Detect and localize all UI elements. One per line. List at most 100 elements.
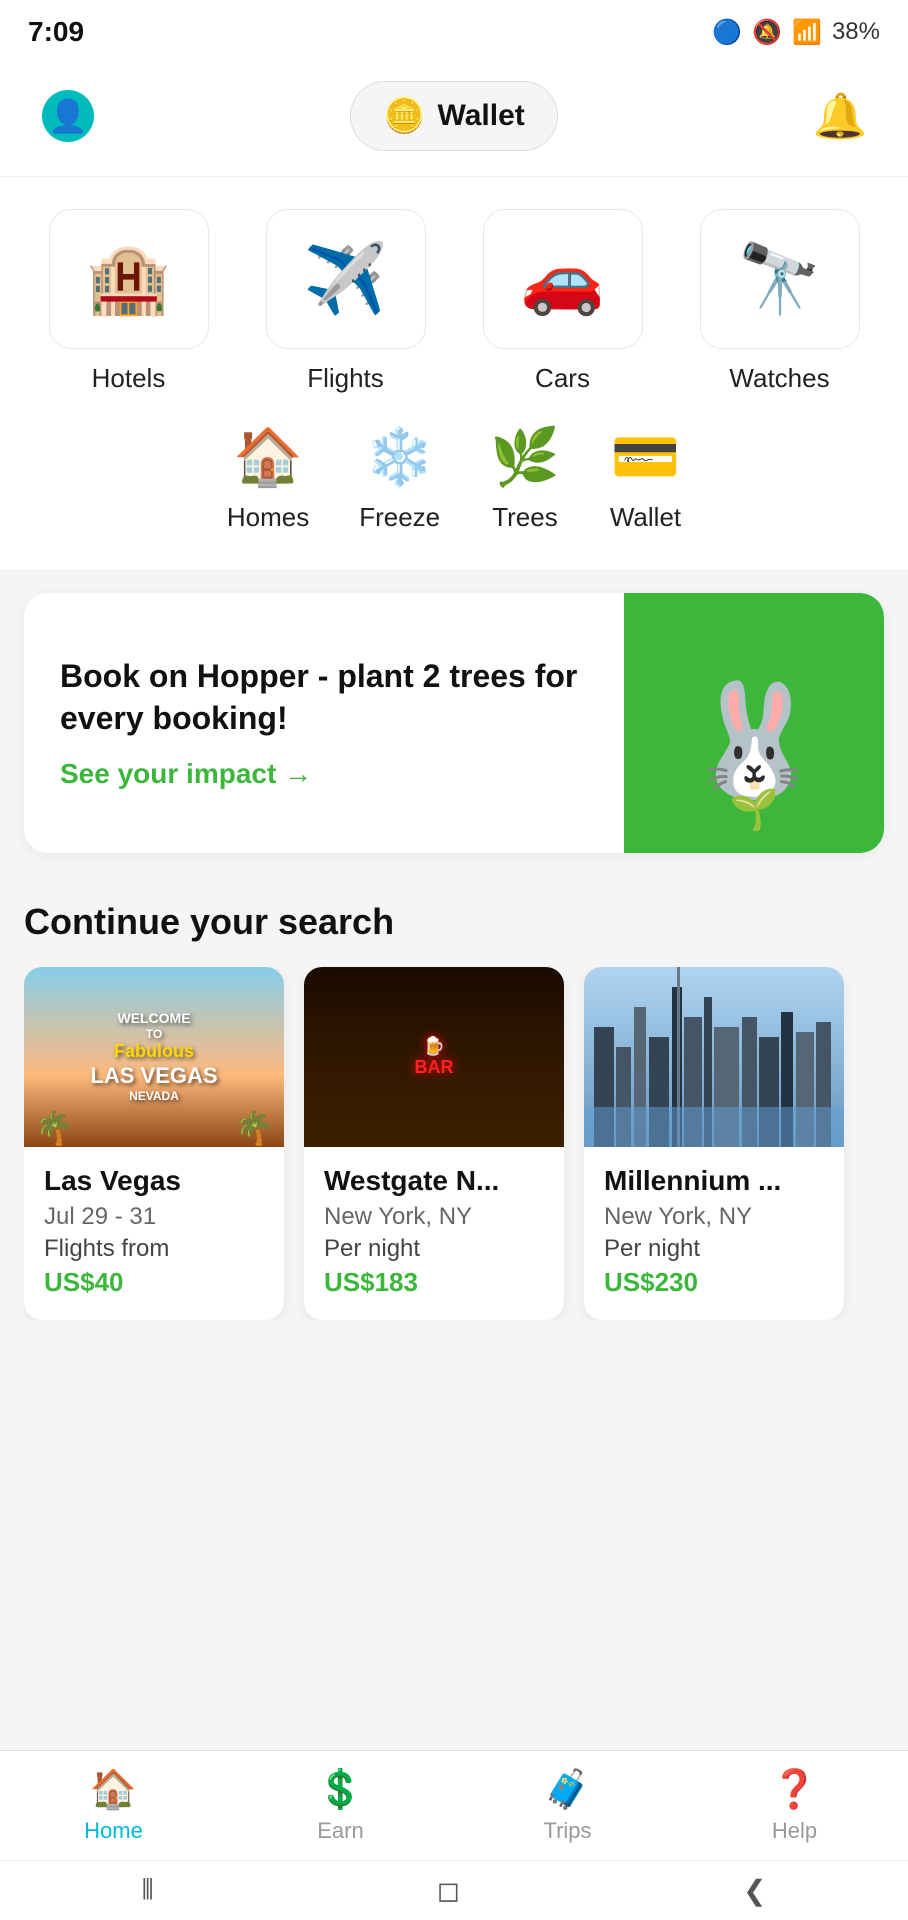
hotels-icon-box: 🏨	[49, 209, 209, 349]
search-section-title: Continue your search	[24, 901, 884, 943]
help-nav-icon: ❓	[771, 1768, 818, 1812]
las-vegas-dates: Jul 29 - 31	[44, 1203, 264, 1231]
status-time: 7:09	[28, 16, 84, 48]
category-wallet[interactable]: 💳 Wallet	[610, 424, 681, 533]
westgate-location: New York, NY	[324, 1203, 544, 1231]
categories-section: 🏨 Hotels ✈️ Flights 🚗 Cars 🔭 Watches 🏠	[0, 177, 908, 569]
promo-headline: Book on Hopper - plant 2 trees for every…	[60, 656, 588, 739]
millennium-image	[584, 967, 844, 1147]
cars-label: Cars	[535, 363, 590, 394]
trips-nav-icon: 🧳	[544, 1768, 591, 1812]
bar-neon-sign: 🍺BAR	[415, 1036, 454, 1078]
plant-icon: 🌱	[729, 786, 779, 833]
millennium-location: New York, NY	[604, 1203, 824, 1231]
continue-search-section: Continue your search WELCOME TO Fabulous…	[0, 877, 908, 1336]
wallet-emoji-icon: 💳	[611, 424, 681, 490]
palm-tree-right: 🌴	[234, 1109, 274, 1147]
trees-icon: 🌿	[490, 424, 560, 490]
flight-emoji: ✈️	[303, 239, 388, 319]
hotels-label: Hotels	[92, 363, 166, 394]
back-button[interactable]: ❮	[743, 1874, 766, 1907]
notification-button[interactable]: 🔔	[804, 80, 876, 152]
las-vegas-card-body: Las Vegas Jul 29 - 31 Flights from US$40	[24, 1147, 284, 1320]
lv-sign-text: WELCOME TO Fabulous LAS VEGAS NEVADA	[90, 1010, 217, 1104]
promo-card: Book on Hopper - plant 2 trees for every…	[24, 593, 884, 853]
categories-row-2: 🏠 Homes ❄️ Freeze 🌿 Trees 💳 Wallet	[20, 414, 888, 553]
category-watches[interactable]: 🔭 Watches	[671, 209, 888, 394]
promo-link[interactable]: See your impact →	[60, 758, 588, 790]
cars-icon-box: 🚗	[483, 209, 643, 349]
mute-icon: 🔕	[752, 18, 782, 47]
category-flights[interactable]: ✈️ Flights	[237, 209, 454, 394]
millennium-price: US$230	[604, 1267, 824, 1298]
watches-icon-box: 🔭	[700, 209, 860, 349]
westgate-title: Westgate N...	[324, 1165, 544, 1197]
westgate-detail: Per night	[324, 1235, 544, 1263]
las-vegas-price: US$40	[44, 1267, 264, 1298]
categories-row-1: 🏨 Hotels ✈️ Flights 🚗 Cars 🔭 Watches	[20, 209, 888, 394]
search-card-westgate[interactable]: 🍺BAR Westgate N... New York, NY Per nigh…	[304, 967, 564, 1320]
wallet-category-label: Wallet	[610, 502, 681, 533]
bottom-nav: 🏠 Home 💲 Earn 🧳 Trips ❓ Help	[0, 1750, 908, 1860]
category-cars[interactable]: 🚗 Cars	[454, 209, 671, 394]
category-hotels[interactable]: 🏨 Hotels	[20, 209, 237, 394]
battery-icon: 38%	[832, 18, 880, 46]
status-bar: 7:09 🔵 🔕 📶 38%	[0, 0, 908, 64]
las-vegas-image: WELCOME TO Fabulous LAS VEGAS NEVADA 🌴 🌴	[24, 967, 284, 1147]
bunny-mascot: 🐰	[686, 686, 823, 796]
home-nav-label: Home	[84, 1818, 143, 1844]
trees-label: Trees	[492, 502, 558, 533]
promo-text: Book on Hopper - plant 2 trees for every…	[24, 593, 624, 853]
person-icon: 👤	[48, 97, 88, 135]
las-vegas-title: Las Vegas	[44, 1165, 264, 1197]
millennium-title: Millennium ...	[604, 1165, 824, 1197]
flights-icon-box: ✈️	[266, 209, 426, 349]
search-card-millennium[interactable]: Millennium ... New York, NY Per night US…	[584, 967, 844, 1320]
freeze-label: Freeze	[359, 502, 440, 533]
home-nav-icon: 🏠	[90, 1768, 137, 1812]
westgate-price: US$183	[324, 1267, 544, 1298]
homes-label: Homes	[227, 502, 309, 533]
wallet-label: Wallet	[438, 99, 525, 133]
status-icons: 🔵 🔕 📶 38%	[712, 18, 880, 47]
palm-tree-left: 🌴	[34, 1109, 74, 1147]
home-button[interactable]: ◻	[437, 1874, 460, 1907]
category-homes[interactable]: 🏠 Homes	[227, 424, 309, 533]
header: 👤 🪙 Wallet 🔔	[0, 64, 908, 177]
category-trees[interactable]: 🌿 Trees	[490, 424, 560, 533]
help-nav-label: Help	[772, 1818, 817, 1844]
wallet-icon: 🪙	[383, 96, 425, 136]
nav-trips[interactable]: 🧳 Trips	[454, 1768, 681, 1844]
skyline-svg	[584, 967, 844, 1147]
hotel-emoji: 🏨	[86, 239, 171, 319]
recents-button[interactable]: ⦀	[141, 1874, 153, 1907]
category-freeze[interactable]: ❄️ Freeze	[359, 424, 440, 533]
profile-button[interactable]: 👤	[32, 80, 104, 152]
system-nav-bar: ⦀ ◻ ❮	[0, 1860, 908, 1920]
promo-image: 🐰 🌱	[624, 593, 884, 853]
earn-nav-label: Earn	[317, 1818, 363, 1844]
bluetooth-icon: 🔵	[712, 18, 742, 47]
search-card-las-vegas[interactable]: WELCOME TO Fabulous LAS VEGAS NEVADA 🌴 🌴…	[24, 967, 284, 1320]
nav-earn[interactable]: 💲 Earn	[227, 1768, 454, 1844]
binoculars-emoji: 🔭	[737, 239, 822, 319]
millennium-card-body: Millennium ... New York, NY Per night US…	[584, 1147, 844, 1320]
promo-section: Book on Hopper - plant 2 trees for every…	[0, 569, 908, 877]
freeze-icon: ❄️	[365, 424, 435, 490]
trips-nav-label: Trips	[543, 1818, 591, 1844]
flights-label: Flights	[307, 363, 384, 394]
homes-icon: 🏠	[233, 424, 303, 490]
millennium-detail: Per night	[604, 1235, 824, 1263]
earn-nav-icon: 💲	[317, 1768, 364, 1812]
bell-icon: 🔔	[813, 90, 868, 142]
nav-home[interactable]: 🏠 Home	[0, 1768, 227, 1844]
profile-avatar: 👤	[42, 90, 94, 142]
car-emoji: 🚗	[520, 239, 605, 319]
las-vegas-detail: Flights from	[44, 1235, 264, 1263]
nav-help[interactable]: ❓ Help	[681, 1768, 908, 1844]
westgate-image: 🍺BAR	[304, 967, 564, 1147]
watches-label: Watches	[729, 363, 829, 394]
westgate-card-body: Westgate N... New York, NY Per night US$…	[304, 1147, 564, 1320]
wifi-icon: 📶	[792, 18, 822, 47]
wallet-button[interactable]: 🪙 Wallet	[350, 81, 558, 151]
